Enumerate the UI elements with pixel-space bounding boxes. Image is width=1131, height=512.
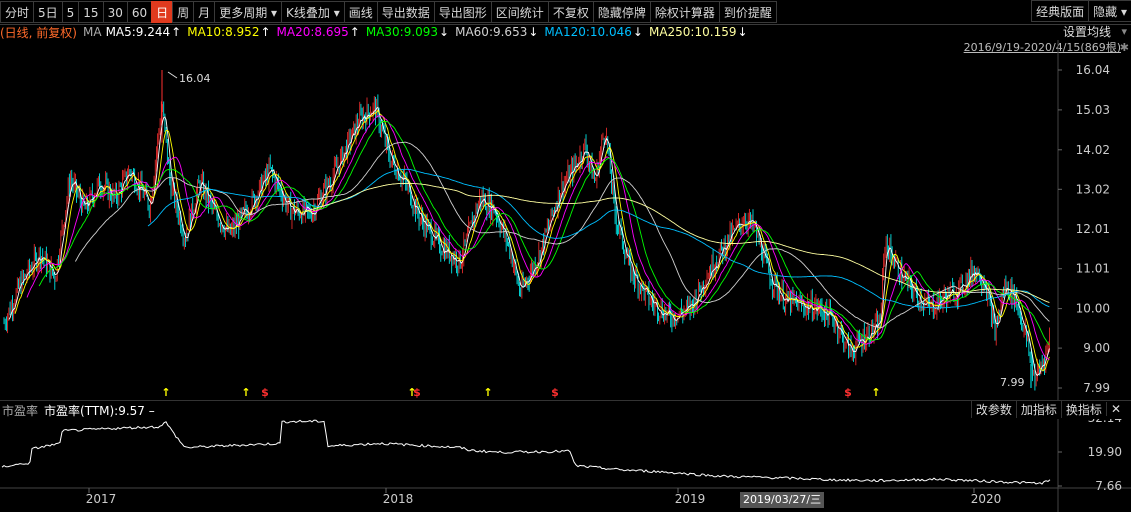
pe-button-2[interactable]: 换指标 [1060, 400, 1106, 418]
price-axis-label: 15.03 [1076, 103, 1110, 117]
event-marker: $ [261, 386, 269, 399]
price-axis-label: 10.00 [1076, 302, 1110, 316]
close-icon[interactable]: ✕ [1105, 402, 1125, 416]
high-pointer [167, 71, 178, 79]
ma60-line [75, 141, 1050, 329]
price-axis-label: 16.04 [1076, 63, 1110, 77]
price-axis-label: 13.02 [1076, 182, 1110, 196]
event-marker: $ [551, 386, 559, 399]
pe-line [1, 419, 1051, 485]
event-marker: ↑ [241, 386, 250, 399]
ma30-line [38, 120, 1050, 346]
cursor-date-badge: 2019/03/27/三 [740, 492, 825, 508]
price-axis-label: 12.01 [1076, 222, 1110, 236]
ma5-line [8, 106, 1050, 377]
pe-axis-label: 7.66 [1095, 479, 1122, 493]
event-marker: ↑ [161, 386, 170, 399]
pe-value: 市盈率(TTM):9.57 – [44, 403, 155, 418]
pe-panel-buttons: 改参数 加指标 换指标 ✕ [970, 400, 1125, 418]
event-marker: $ [413, 386, 421, 399]
low-price-label: 7.99 [1000, 376, 1025, 389]
price-axis-label: 7.99 [1083, 381, 1110, 395]
year-label: 2019 [675, 492, 706, 506]
year-label: 2018 [383, 492, 414, 506]
event-marker: $ [844, 386, 852, 399]
kline-chart[interactable]: 16.04 15.03 14.02 13.02 12.01 11.01 10.00 9.00 7… [0, 0, 1131, 512]
event-marker: ↑ [483, 386, 492, 399]
price-axis-label: 11.01 [1076, 262, 1110, 276]
event-marker: ↑ [871, 386, 880, 399]
price-axis-label: 9.00 [1083, 341, 1110, 355]
pe-axis-label: 19.90 [1088, 445, 1122, 459]
high-price-label: 16.04 [179, 72, 211, 85]
pe-title: 市盈率 [2, 403, 39, 418]
pe-panel-header: 市盈率 市盈率(TTM):9.57 – [0, 400, 1131, 419]
year-label: 2017 [86, 492, 117, 506]
year-label: 2020 [971, 492, 1002, 506]
pe-button-0[interactable]: 改参数 [970, 400, 1016, 418]
ma20-line [26, 115, 1050, 361]
price-axis-label: 14.02 [1076, 143, 1110, 157]
pe-button-1[interactable]: 加指标 [1015, 400, 1061, 418]
ma10-line [14, 109, 1050, 371]
